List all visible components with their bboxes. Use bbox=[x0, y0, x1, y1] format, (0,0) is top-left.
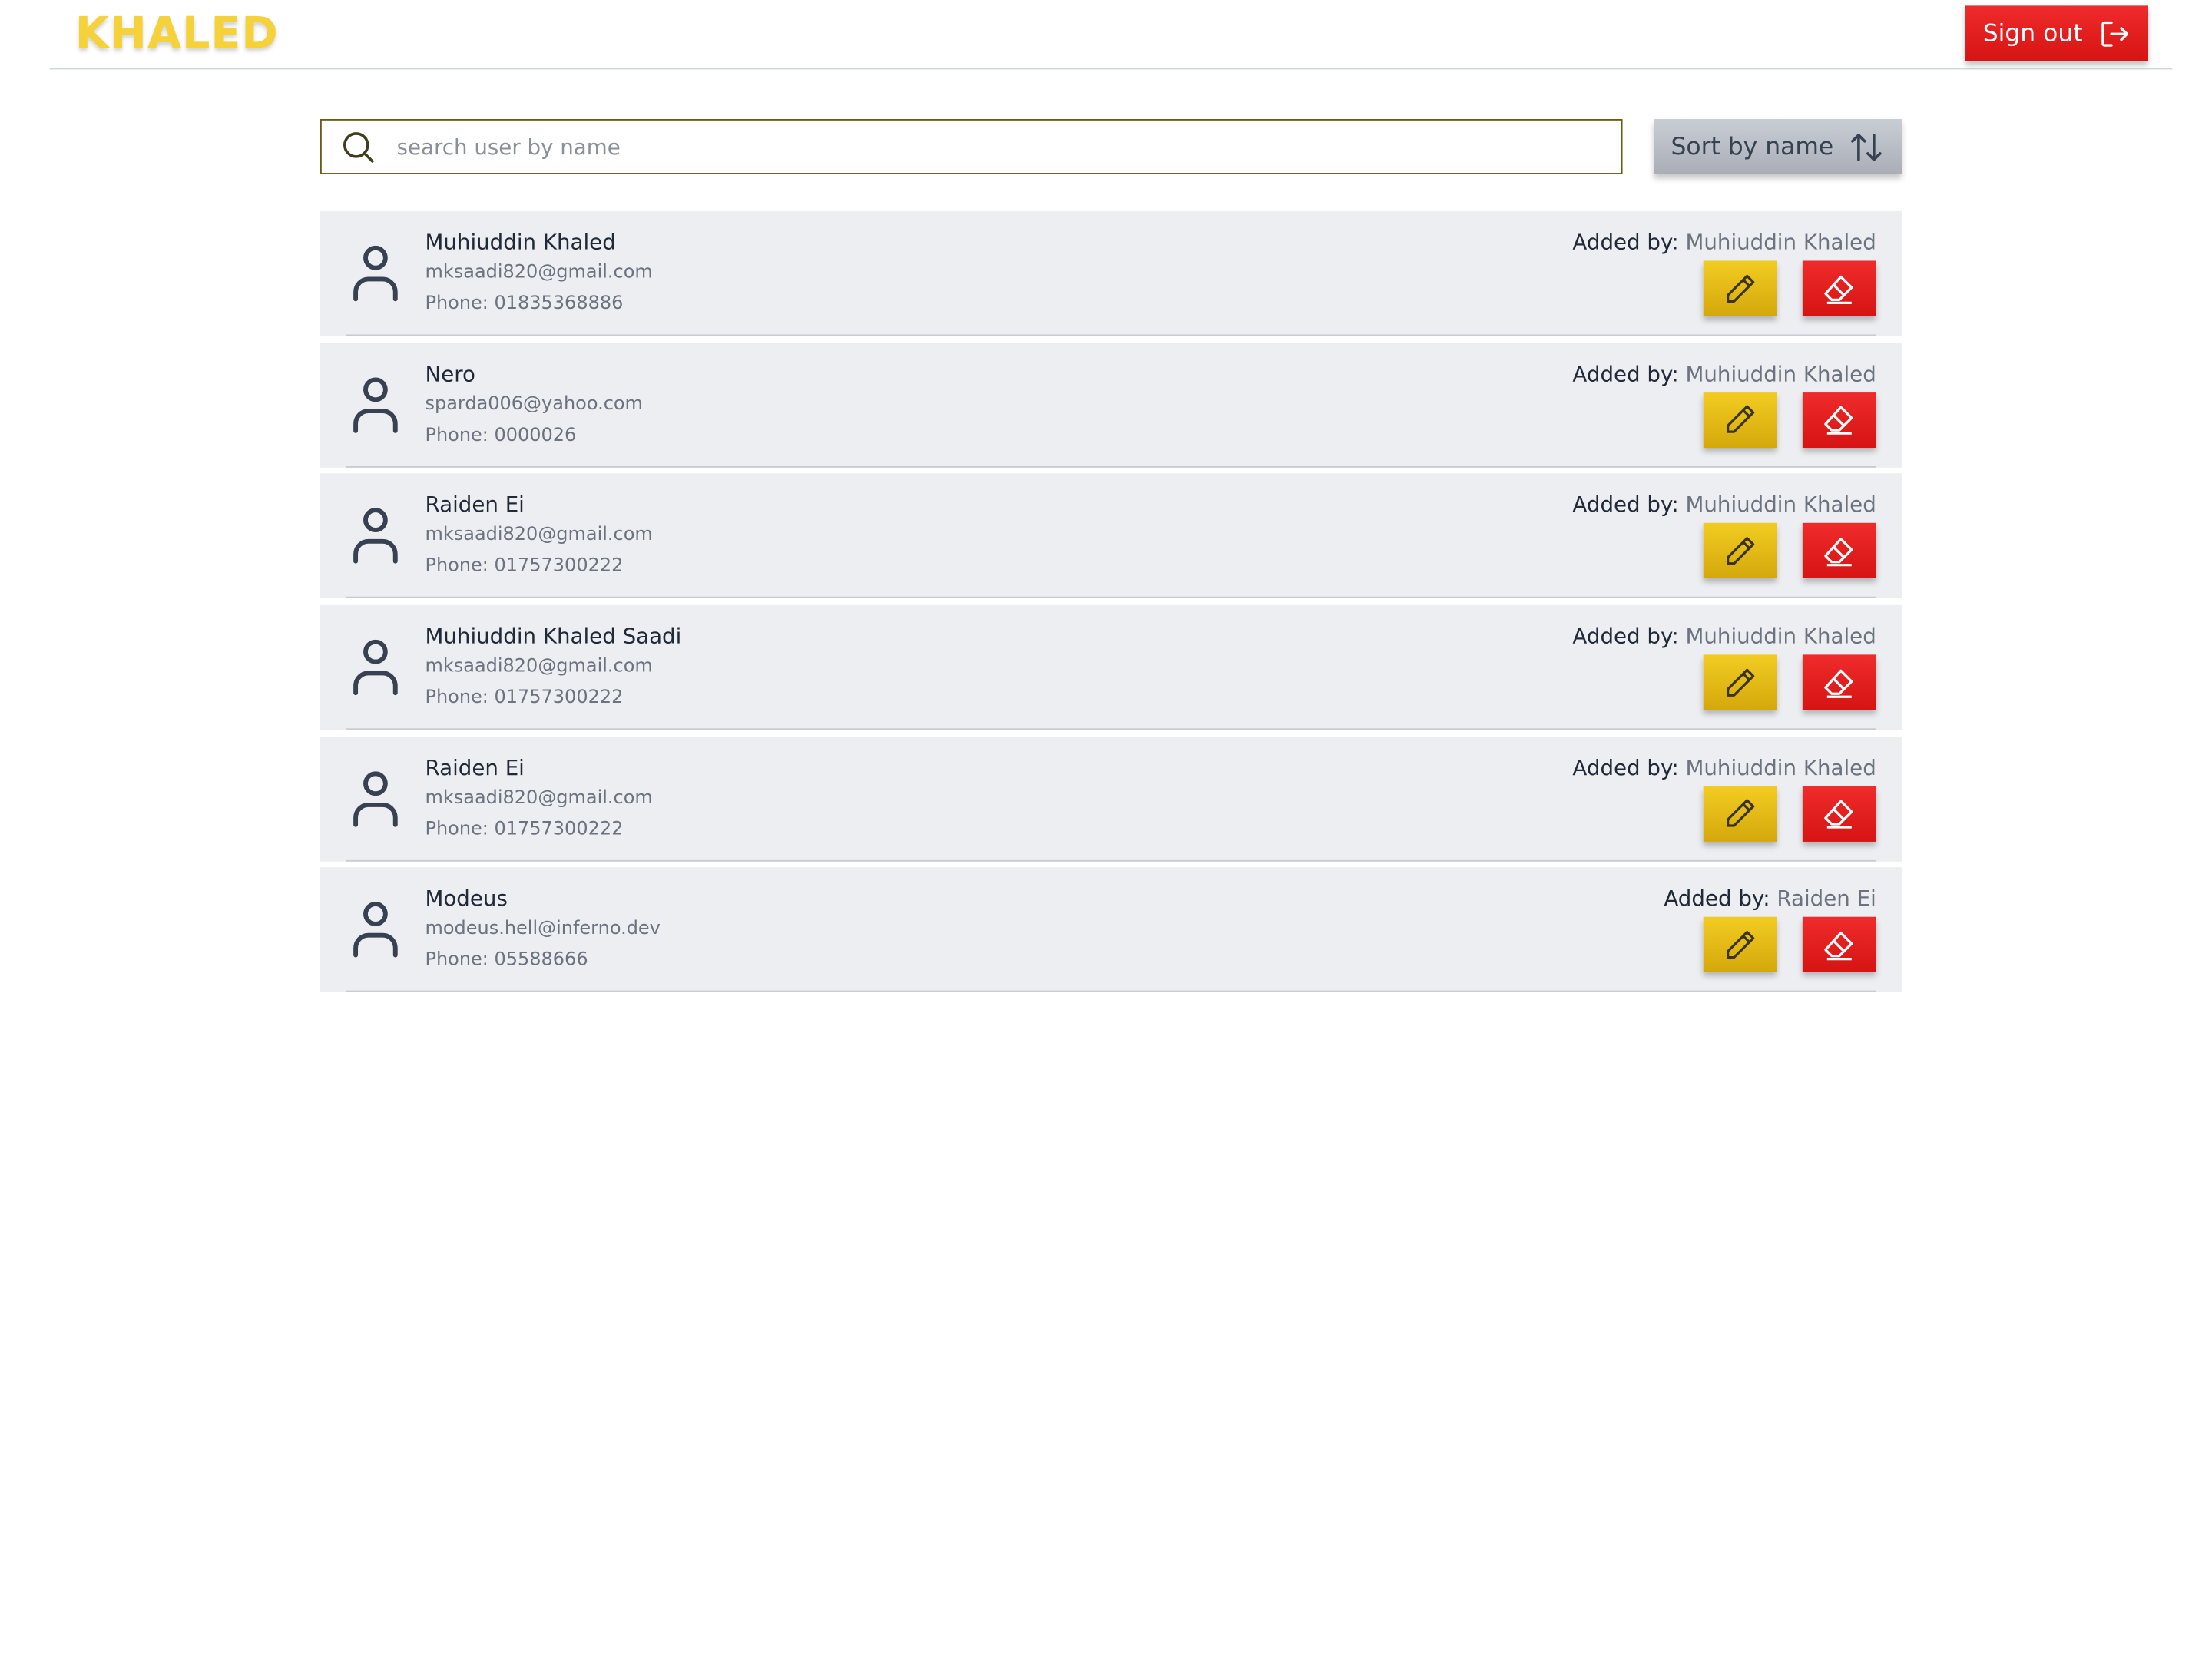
user-card: Raiden Ei mksaadi820@gmail.com Phone: 01… bbox=[320, 473, 1902, 599]
added-by-user: Muhiuddin Khaled bbox=[1685, 229, 1876, 256]
delete-user-button[interactable] bbox=[1802, 917, 1876, 973]
eraser-icon bbox=[1824, 537, 1853, 567]
user-email: sparda006@yahoo.com bbox=[425, 393, 643, 416]
added-by: Added by: Muhiuddin Khaled bbox=[1572, 492, 1876, 518]
added-by: Added by: Muhiuddin Khaled bbox=[1572, 755, 1876, 780]
user-avatar-icon bbox=[353, 639, 398, 696]
user-avatar-icon bbox=[353, 376, 398, 433]
pencil-icon bbox=[1727, 273, 1755, 303]
card-divider bbox=[346, 728, 1876, 730]
user-phone: Phone: 01757300222 bbox=[425, 687, 624, 709]
card-divider bbox=[346, 859, 1876, 862]
sort-arrows-icon bbox=[1850, 133, 1882, 161]
added-by: Added by: Muhiuddin Khaled bbox=[1572, 230, 1876, 255]
added-by-label: Added by: bbox=[1572, 360, 1679, 387]
search-box[interactable] bbox=[320, 118, 1623, 174]
edit-user-button[interactable] bbox=[1703, 654, 1777, 710]
added-by-user: Muhiuddin Khaled bbox=[1685, 492, 1876, 518]
eraser-icon bbox=[1824, 274, 1853, 304]
sort-label: Sort by name bbox=[1671, 132, 1834, 161]
user-email: mksaadi820@gmail.com bbox=[425, 262, 653, 283]
pencil-icon bbox=[1727, 799, 1755, 828]
user-avatar-icon bbox=[353, 770, 398, 827]
edit-user-button[interactable] bbox=[1703, 260, 1777, 316]
delete-user-button[interactable] bbox=[1802, 392, 1876, 448]
edit-user-button[interactable] bbox=[1703, 786, 1777, 842]
user-email: mksaadi820@gmail.com bbox=[425, 525, 653, 547]
pencil-icon bbox=[1727, 667, 1755, 697]
eraser-icon bbox=[1824, 931, 1853, 961]
sign-out-label: Sign out bbox=[1982, 18, 2083, 48]
added-by-user: Raiden Ei bbox=[1777, 886, 1876, 912]
added-by-user: Muhiuddin Khaled bbox=[1685, 360, 1876, 387]
eraser-icon bbox=[1824, 406, 1853, 435]
user-avatar-icon bbox=[353, 245, 398, 302]
added-by: Added by: Muhiuddin Khaled bbox=[1572, 361, 1876, 386]
user-avatar-icon bbox=[353, 508, 398, 565]
user-name: Muhiuddin Khaled Saadi bbox=[425, 623, 682, 650]
eraser-icon bbox=[1824, 800, 1853, 830]
user-email: modeus.hell@inferno.dev bbox=[425, 919, 661, 941]
added-by-user: Muhiuddin Khaled bbox=[1685, 623, 1876, 650]
logout-arrow-icon bbox=[2101, 20, 2128, 46]
card-divider bbox=[346, 991, 1876, 993]
user-card: Raiden Ei mksaadi820@gmail.com Phone: 01… bbox=[320, 736, 1902, 862]
user-name: Modeus bbox=[425, 886, 508, 912]
user-name: Muhiuddin Khaled bbox=[425, 229, 616, 256]
added-by-label: Added by: bbox=[1572, 623, 1679, 650]
user-card: Muhiuddin Khaled Saadi mksaadi820@gmail.… bbox=[320, 604, 1902, 730]
user-phone: Phone: 01757300222 bbox=[425, 818, 624, 840]
top-header: KHALED Sign out bbox=[49, 0, 2173, 70]
sort-by-name-button[interactable]: Sort by name bbox=[1654, 118, 1902, 174]
user-card: Modeus modeus.hell@inferno.dev Phone: 05… bbox=[320, 867, 1902, 993]
delete-user-button[interactable] bbox=[1802, 786, 1876, 842]
added-by-label: Added by: bbox=[1572, 492, 1679, 518]
edit-user-button[interactable] bbox=[1703, 917, 1777, 973]
user-name: Nero bbox=[425, 360, 475, 387]
card-divider bbox=[346, 465, 1876, 468]
edit-user-button[interactable] bbox=[1703, 392, 1777, 448]
user-card: Nero sparda006@yahoo.com Phone: 0000026 … bbox=[320, 342, 1902, 468]
added-by: Added by: Raiden Ei bbox=[1664, 886, 1876, 912]
added-by: Added by: Muhiuddin Khaled bbox=[1572, 624, 1876, 649]
user-card: Muhiuddin Khaled mksaadi820@gmail.com Ph… bbox=[320, 210, 1902, 336]
brand-logo[interactable]: KHALED bbox=[75, 8, 279, 59]
edit-user-button[interactable] bbox=[1703, 523, 1777, 579]
card-divider bbox=[346, 597, 1876, 599]
page: KHALED Sign out Sort by name bbox=[0, 0, 2212, 1658]
user-list: Muhiuddin Khaled mksaadi820@gmail.com Ph… bbox=[320, 210, 1902, 999]
user-name: Raiden Ei bbox=[425, 492, 525, 518]
user-phone: Phone: 05588666 bbox=[425, 949, 588, 972]
pencil-icon bbox=[1727, 405, 1755, 434]
added-by-label: Added by: bbox=[1572, 754, 1679, 781]
user-email: mksaadi820@gmail.com bbox=[425, 656, 653, 678]
user-phone: Phone: 01757300222 bbox=[425, 555, 624, 578]
added-by-user: Muhiuddin Khaled bbox=[1685, 754, 1876, 781]
added-by-label: Added by: bbox=[1572, 229, 1679, 256]
user-phone: Phone: 0000026 bbox=[425, 424, 577, 446]
card-divider bbox=[346, 334, 1876, 336]
pencil-icon bbox=[1727, 930, 1755, 959]
eraser-icon bbox=[1824, 668, 1853, 698]
user-avatar-icon bbox=[353, 902, 398, 959]
search-input[interactable] bbox=[393, 132, 1621, 161]
delete-user-button[interactable] bbox=[1802, 523, 1876, 579]
user-email: mksaadi820@gmail.com bbox=[425, 787, 653, 810]
delete-user-button[interactable] bbox=[1802, 260, 1876, 316]
search-icon bbox=[343, 131, 374, 162]
delete-user-button[interactable] bbox=[1802, 654, 1876, 710]
pencil-icon bbox=[1727, 536, 1755, 565]
user-name: Raiden Ei bbox=[425, 754, 525, 781]
user-phone: Phone: 01835368886 bbox=[425, 293, 624, 315]
added-by-label: Added by: bbox=[1664, 886, 1770, 912]
sign-out-button[interactable]: Sign out bbox=[1965, 5, 2149, 61]
